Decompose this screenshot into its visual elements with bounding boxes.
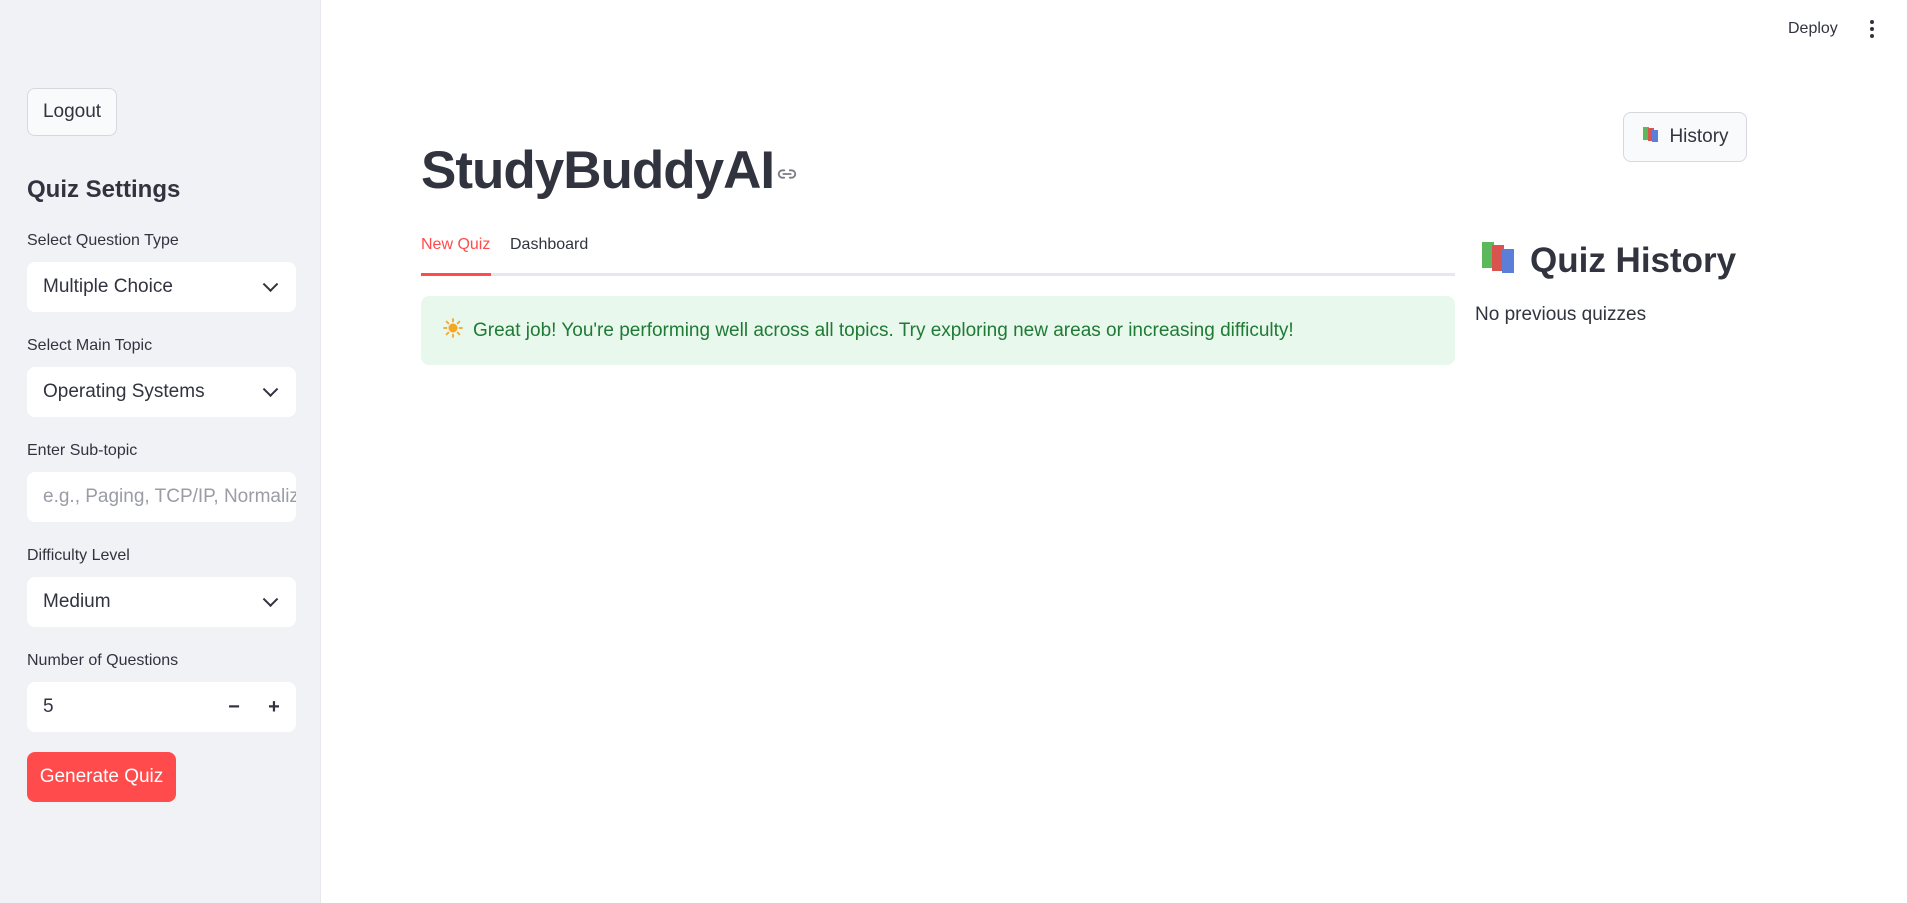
decrement-button[interactable]: − xyxy=(214,682,254,732)
main-topic-label: Select Main Topic xyxy=(27,337,153,354)
tab-dashboard[interactable]: Dashboard xyxy=(510,236,588,254)
difficulty-label: Difficulty Level xyxy=(27,547,130,564)
sidebar: Logout Quiz Settings Select Question Typ… xyxy=(0,0,321,903)
history-button-label: History xyxy=(1669,126,1729,147)
num-questions-label: Number of Questions xyxy=(27,652,179,669)
quiz-history-heading: Quiz History xyxy=(1480,238,1736,283)
chevron-down-icon xyxy=(262,276,279,293)
sun-icon xyxy=(443,317,463,344)
alert-text: Great job! You're performing well across… xyxy=(473,319,1294,341)
sub-topic-placeholder: e.g., Paging, TCP/IP, Normaliz xyxy=(43,486,296,507)
empty-history-text: No previous quizzes xyxy=(1475,304,1647,325)
difficulty-value: Medium xyxy=(43,591,111,612)
page-title: StudyBuddyAI xyxy=(421,141,775,200)
success-alert: Great job! You're performing well across… xyxy=(421,296,1455,365)
sub-topic-label: Enter Sub-topic xyxy=(27,442,138,459)
history-button[interactable]: History xyxy=(1623,112,1747,162)
chevron-down-icon xyxy=(262,591,279,608)
difficulty-select[interactable]: Medium xyxy=(27,577,296,627)
quiz-history-title: Quiz History xyxy=(1530,240,1737,280)
num-questions-stepper[interactable]: 5 − + xyxy=(27,682,296,732)
books-icon xyxy=(1641,124,1661,150)
generate-quiz-button[interactable]: Generate Quiz xyxy=(27,752,176,802)
logout-button[interactable]: Logout xyxy=(27,88,117,136)
main-topic-value: Operating Systems xyxy=(43,381,205,402)
tab-divider xyxy=(421,273,1455,276)
deploy-button[interactable]: Deploy xyxy=(1788,20,1838,38)
main-topic-select[interactable]: Operating Systems xyxy=(27,367,296,417)
sub-topic-input[interactable]: e.g., Paging, TCP/IP, Normaliz xyxy=(27,472,296,522)
question-type-label: Select Question Type xyxy=(27,232,179,249)
sidebar-title: Quiz Settings xyxy=(27,176,181,203)
increment-button[interactable]: + xyxy=(254,682,294,732)
question-type-value: Multiple Choice xyxy=(43,276,173,297)
tab-bar: New Quiz Dashboard xyxy=(421,236,1455,276)
question-type-select[interactable]: Multiple Choice xyxy=(27,262,296,312)
link-icon[interactable] xyxy=(776,163,798,190)
more-options-icon[interactable] xyxy=(1869,20,1875,40)
chevron-down-icon xyxy=(262,381,279,398)
active-tab-indicator xyxy=(421,273,491,276)
tab-new-quiz[interactable]: New Quiz xyxy=(421,236,490,254)
books-icon xyxy=(1480,238,1518,283)
num-questions-value: 5 xyxy=(43,696,54,717)
